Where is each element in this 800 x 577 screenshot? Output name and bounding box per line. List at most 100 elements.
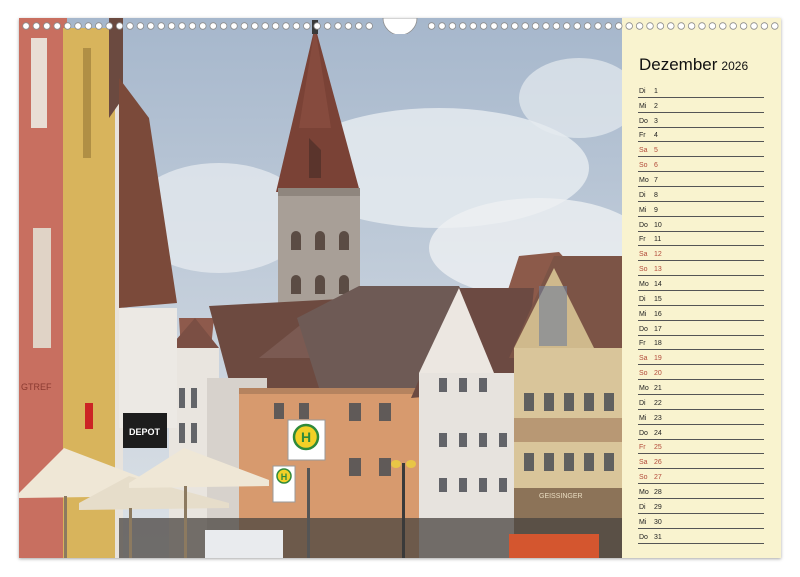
binding-hole xyxy=(43,22,51,30)
binding-hole xyxy=(240,22,249,30)
shop-sign-left: GTREF xyxy=(21,382,52,392)
day-number: 1 xyxy=(654,87,658,95)
binding-hole xyxy=(677,22,685,30)
weekday-label: Mi xyxy=(639,414,647,422)
weekday-label: So xyxy=(639,474,648,482)
weekday-label: Sa xyxy=(639,251,648,259)
day-row: Mi 30 xyxy=(638,514,764,529)
day-row: Fr 4 xyxy=(638,128,764,143)
wall-calendar-page: H H DEPOT GTREF GEISSINGER Dezember 2026 … xyxy=(19,18,781,558)
binding-hole xyxy=(126,22,134,30)
binding-hole xyxy=(604,22,613,30)
day-number: 25 xyxy=(654,444,662,452)
binding-hole xyxy=(542,22,550,30)
day-row: Mo 7 xyxy=(638,172,764,188)
day-number: 5 xyxy=(654,147,658,155)
day-number: 18 xyxy=(654,340,662,348)
day-number: 21 xyxy=(654,385,662,393)
binding-hole xyxy=(552,22,561,30)
weekday-label: Di xyxy=(639,399,646,407)
day-number: 7 xyxy=(654,177,658,185)
day-number: 13 xyxy=(654,266,662,274)
day-row: So 13 xyxy=(638,261,764,277)
binding-hole xyxy=(115,22,124,30)
day-number: 12 xyxy=(654,251,662,259)
weekday-label: Sa xyxy=(639,459,648,467)
binding-hole xyxy=(719,22,727,30)
bus-stop-sign-label: H xyxy=(301,429,311,445)
binding-hole xyxy=(750,22,758,30)
day-row: Di 8 xyxy=(638,187,764,202)
binding-hole xyxy=(178,22,186,30)
calendar-day-panel: Dezember 2026 Di 1 Mi 2 Do 3 Fr 4 Sa 5 So 6 Mo 7 Di 8 Mi 9… xyxy=(622,18,781,558)
town-street-photo: H H DEPOT GTREF GEISSINGER xyxy=(19,18,622,558)
day-row: Mi 23 xyxy=(638,410,764,425)
day-number: 17 xyxy=(654,325,662,333)
binding-hole xyxy=(563,22,571,30)
binding-hole xyxy=(230,22,238,30)
binding-hole xyxy=(687,22,696,30)
hanger-notch xyxy=(382,18,418,34)
day-row: Sa 19 xyxy=(638,350,764,366)
day-row: So 27 xyxy=(638,469,764,485)
binding-hole xyxy=(459,22,467,30)
weekday-label: Do xyxy=(639,221,648,229)
binding-hole xyxy=(625,22,633,30)
day-row: Mo 14 xyxy=(638,276,764,292)
weekday-label: Do xyxy=(639,325,648,333)
binding-hole xyxy=(95,22,103,30)
binding-hole xyxy=(739,22,748,30)
day-row: Do 10 xyxy=(638,217,764,232)
weekday-label: Di xyxy=(639,87,646,95)
weekday-label: Sa xyxy=(639,355,648,363)
binding-hole xyxy=(323,22,332,30)
day-row: Mo 21 xyxy=(638,380,764,396)
weekday-label: Fr xyxy=(639,340,646,348)
day-row: Do 31 xyxy=(638,529,764,544)
binding-hole xyxy=(365,22,373,30)
weekday-label: Di xyxy=(639,191,646,199)
binding-hole xyxy=(760,22,769,30)
weekday-label: Di xyxy=(639,503,646,511)
binding-hole xyxy=(490,22,498,30)
day-row: Sa 5 xyxy=(638,142,764,158)
day-row: Mi 9 xyxy=(638,202,764,217)
binding-hole xyxy=(188,22,197,30)
day-row: So 6 xyxy=(638,157,764,173)
binding-hole xyxy=(261,22,269,30)
day-number: 28 xyxy=(654,489,662,497)
weekday-label: Do xyxy=(639,429,648,437)
binding-hole xyxy=(167,22,176,30)
weekday-label: Do xyxy=(639,533,648,541)
day-number: 10 xyxy=(654,221,662,229)
binding-hole xyxy=(448,22,457,30)
day-number: 26 xyxy=(654,459,662,467)
day-row: Sa 26 xyxy=(638,454,764,470)
weekday-label: So xyxy=(639,162,648,170)
day-row: Mi 2 xyxy=(638,98,764,113)
binding-hole xyxy=(105,22,113,30)
weekday-label: Mi xyxy=(639,102,647,110)
weekday-label: So xyxy=(639,266,648,274)
day-row: Di 15 xyxy=(638,291,764,306)
binding-hole xyxy=(355,22,363,30)
weekday-label: Mo xyxy=(639,489,649,497)
binding-hole xyxy=(199,22,207,30)
day-row: Fr 25 xyxy=(638,440,764,455)
binding-hole xyxy=(583,22,592,30)
binding-hole xyxy=(594,22,602,30)
day-row: Mo 28 xyxy=(638,484,764,500)
day-list: Di 1 Mi 2 Do 3 Fr 4 Sa 5 So 6 Mo 7 Di 8 Mi 9 Do 10 Fr 11 Sa 12 S… xyxy=(638,83,764,544)
day-row: So 20 xyxy=(638,365,764,381)
day-row: Do 17 xyxy=(638,321,764,336)
weekday-label: So xyxy=(639,370,648,378)
binding-hole xyxy=(708,22,717,30)
weekday-label: Mi xyxy=(639,310,647,318)
binding-hole xyxy=(667,22,675,30)
day-number: 3 xyxy=(654,117,658,125)
weekday-label: Mo xyxy=(639,177,649,185)
weekday-label: Mi xyxy=(639,518,647,526)
day-row: Do 24 xyxy=(638,425,764,440)
weekday-label: Fr xyxy=(639,132,646,140)
binding-hole xyxy=(438,22,446,30)
